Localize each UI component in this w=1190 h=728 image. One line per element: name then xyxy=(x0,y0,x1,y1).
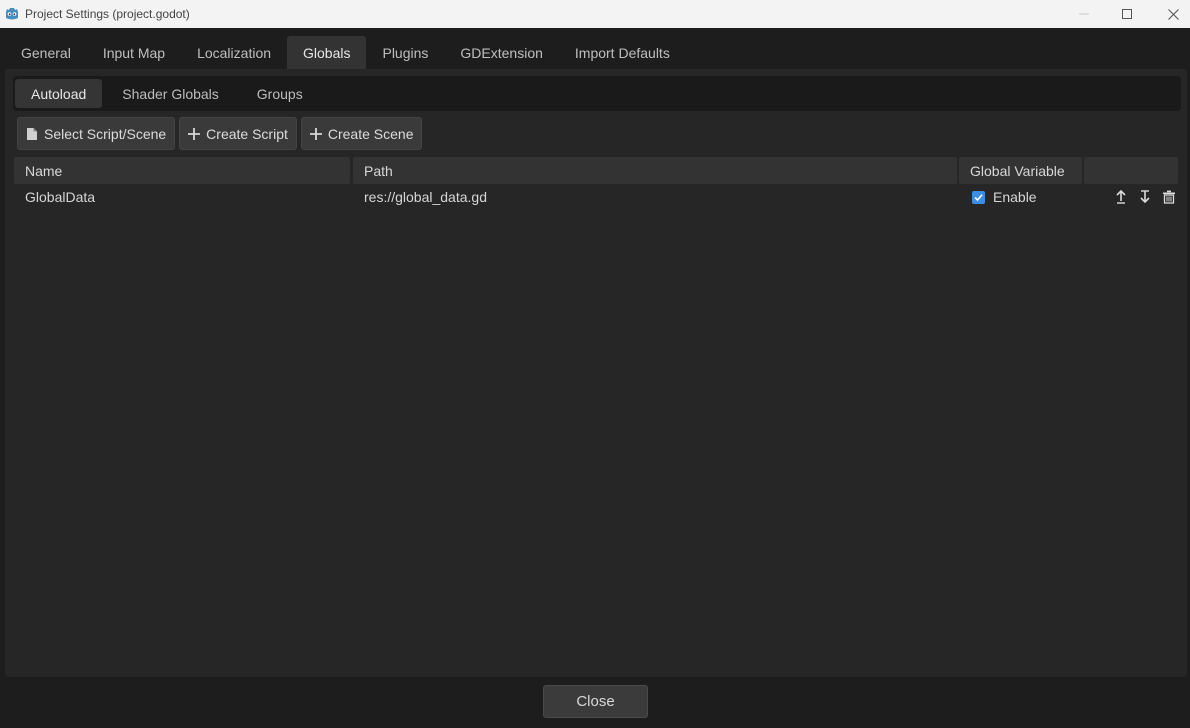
plus-icon xyxy=(309,127,322,140)
subtab-shader-globals[interactable]: Shader Globals xyxy=(104,79,237,108)
column-header-name[interactable]: Name xyxy=(14,157,350,184)
column-header-actions xyxy=(1084,157,1178,184)
godot-icon xyxy=(6,8,18,20)
tab-gdextension[interactable]: GDExtension xyxy=(444,36,558,70)
column-header-global-variable[interactable]: Global Variable xyxy=(959,157,1082,184)
subtab-groups[interactable]: Groups xyxy=(239,79,321,108)
global-variable-toggle[interactable]: Enable xyxy=(972,185,1037,209)
move-up-button[interactable] xyxy=(1112,188,1130,206)
title-bar: Project Settings (project.godot) xyxy=(0,0,1190,28)
subtab-autoload[interactable]: Autoload xyxy=(15,79,103,108)
select-script-scene-label: Select Script/Scene xyxy=(44,125,167,142)
autoload-name[interactable]: GlobalData xyxy=(25,185,95,209)
autoload-toolbar: Select Script/Scene Create Script Create… xyxy=(17,117,423,150)
close-icon xyxy=(1167,8,1179,20)
arrow-up-icon xyxy=(1116,190,1126,204)
trash-icon xyxy=(1163,190,1175,204)
enable-checkbox[interactable] xyxy=(972,190,985,204)
minimize-icon xyxy=(1079,13,1089,15)
move-down-button[interactable] xyxy=(1136,188,1154,206)
create-scene-button[interactable]: Create Scene xyxy=(300,117,423,150)
table-row[interactable]: GlobalData res://global_data.gd Enable xyxy=(14,185,1178,209)
column-header-path[interactable]: Path xyxy=(353,157,957,184)
globals-panel: Autoload Shader Globals Groups Select Sc… xyxy=(5,69,1187,677)
close-window-button[interactable] xyxy=(1150,0,1190,28)
tab-globals[interactable]: Globals xyxy=(287,36,367,70)
tab-input-map[interactable]: Input Map xyxy=(87,36,181,70)
maximize-icon xyxy=(1122,9,1132,19)
settings-tabs: General Input Map Localization Globals P… xyxy=(5,36,686,70)
arrow-down-icon xyxy=(1140,190,1150,204)
maximize-button[interactable] xyxy=(1104,0,1150,28)
autoload-path[interactable]: res://global_data.gd xyxy=(364,185,487,209)
tab-localization[interactable]: Localization xyxy=(181,36,287,70)
window-title: Project Settings (project.godot) xyxy=(25,7,190,21)
tab-import-defaults[interactable]: Import Defaults xyxy=(559,36,686,70)
create-scene-label: Create Scene xyxy=(327,125,414,142)
remove-button[interactable] xyxy=(1160,188,1178,206)
plus-icon xyxy=(188,127,201,140)
checkmark-icon xyxy=(974,193,983,201)
file-icon xyxy=(27,127,37,140)
create-script-label: Create Script xyxy=(206,125,288,142)
row-actions xyxy=(1112,185,1178,209)
close-button[interactable]: Close xyxy=(543,685,648,718)
select-script-scene-button[interactable]: Select Script/Scene xyxy=(17,117,176,150)
create-script-button[interactable]: Create Script xyxy=(179,117,297,150)
minimize-button[interactable] xyxy=(1061,0,1107,28)
globals-subtabs: Autoload Shader Globals Groups xyxy=(13,76,1181,111)
enable-label: Enable xyxy=(993,189,1037,205)
tab-plugins[interactable]: Plugins xyxy=(366,36,444,70)
tab-general[interactable]: General xyxy=(5,36,87,70)
autoload-table-header: Name Path Global Variable xyxy=(14,157,1178,184)
